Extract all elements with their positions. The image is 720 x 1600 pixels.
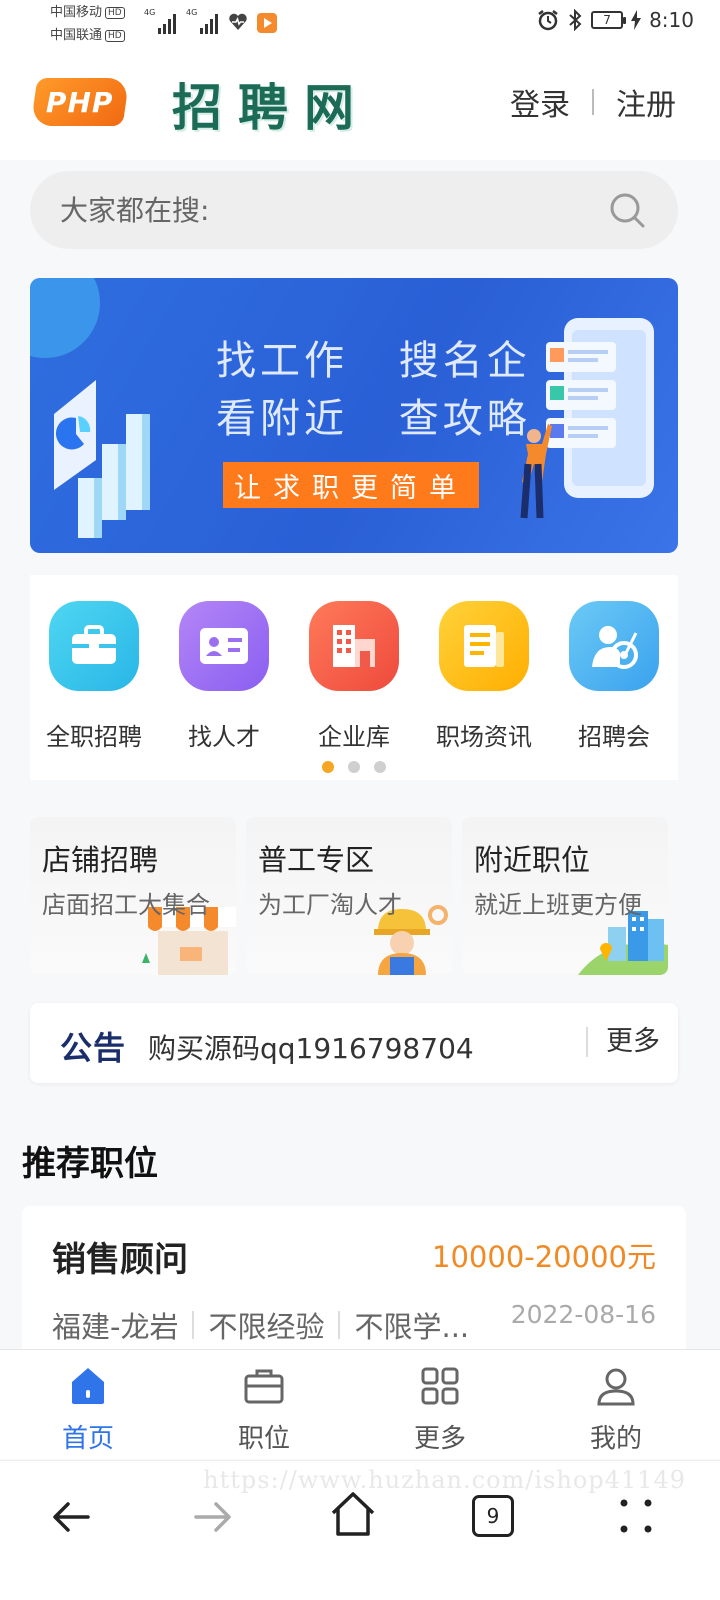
bluetooth-icon [569, 9, 582, 31]
back-arrow-icon[interactable] [48, 1493, 96, 1541]
tab-mine[interactable]: 我的 [556, 1364, 676, 1455]
chart-illustration [54, 380, 150, 538]
app-screen: 中国移动 HD 中国联通 HD 4G 4G 7 8:10 PHP 招聘网 登录 … [0, 0, 720, 1600]
search-bar[interactable] [30, 171, 678, 249]
building-icon [309, 601, 399, 691]
banner-line-1: 找工作 搜名企 [216, 338, 531, 384]
notice-tag: 公告 [60, 1029, 127, 1067]
notice-bar[interactable]: 公告 购买源码qq1916798704 更多 [30, 1003, 678, 1083]
job-salary: 10000-20000元 [432, 1240, 656, 1274]
category-talent[interactable]: 找人才 [162, 601, 286, 752]
job-date: 2022-08-16 [510, 1300, 656, 1329]
carousel-dot[interactable] [374, 761, 386, 773]
forward-arrow-icon[interactable] [188, 1493, 236, 1541]
menu-dots-icon[interactable] [614, 1493, 658, 1541]
category-grid: 全职招聘 找人才 企业库 职场资讯 招聘会 [30, 575, 678, 780]
php-logo[interactable]: PHP [30, 78, 130, 126]
banner-cta[interactable]: 让求职更简单 [223, 462, 479, 508]
carrier-2: 中国联通 HD [50, 28, 125, 44]
search-input[interactable] [60, 193, 648, 227]
category-companies[interactable]: 企业库 [292, 601, 416, 752]
feature-store-jobs[interactable]: 店铺招聘 店面招工大集合 [30, 817, 236, 975]
user-icon [597, 1368, 635, 1406]
carrier-1: 中国移动 HD [50, 5, 125, 21]
category-fulltime[interactable]: 全职招聘 [32, 601, 156, 752]
job-location: 福建-龙岩 [52, 1310, 179, 1344]
divider [192, 1311, 195, 1339]
person-target-icon [569, 601, 659, 691]
divider [592, 89, 594, 115]
feature-worker-zone[interactable]: 普工专区 为工厂淘人才 [246, 817, 452, 975]
id-card-icon [179, 601, 269, 691]
briefcase-icon [49, 601, 139, 691]
job-card[interactable]: 销售顾问 10000-20000元 福建-龙岩 不限经验 不限学... 2022… [22, 1206, 686, 1366]
site-name: 招聘网 [172, 78, 370, 137]
home-icon [72, 1368, 104, 1404]
watermark: https://www.huzhan.com/ishop41149 [203, 1466, 686, 1494]
tab-jobs[interactable]: 职位 [204, 1364, 324, 1455]
tab-home[interactable]: 首页 [28, 1364, 148, 1455]
video-app-icon [257, 13, 277, 33]
promo-banner[interactable]: 找工作 搜名企 看附近 查攻略 让求职更简单 [30, 278, 678, 553]
register-link[interactable]: 注册 [616, 80, 676, 124]
tab-more[interactable]: 更多 [380, 1364, 500, 1455]
carousel-dot[interactable] [322, 761, 334, 773]
clock: 8:10 [649, 8, 694, 32]
bottom-tab-bar: 首页 职位 更多 我的 [0, 1349, 720, 1459]
job-title: 销售顾问 [52, 1240, 188, 1280]
status-bar: 中国移动 HD 中国联通 HD 4G 4G 7 8:10 [0, 0, 720, 52]
notice-message[interactable]: 购买源码qq1916798704 [148, 1027, 474, 1067]
news-icon [439, 601, 529, 691]
feature-cards: 店铺招聘 店面招工大集合 普工专区 为工厂淘人才 附近职位 就近上班更方便 [30, 817, 668, 975]
carousel-dot[interactable] [348, 761, 360, 773]
job-meta: 福建-龙岩 不限经验 不限学... [52, 1304, 469, 1346]
status-right: 7 8:10 [537, 8, 694, 32]
feature-nearby-jobs[interactable]: 附近职位 就近上班更方便 [462, 817, 668, 975]
alarm-icon [538, 10, 558, 31]
home-nav-icon[interactable] [328, 1489, 378, 1539]
notice-more-link[interactable]: 更多 [586, 1027, 660, 1057]
auth-links: 登录 注册 [510, 80, 676, 124]
category-job-fair[interactable]: 招聘会 [552, 601, 676, 752]
job-experience: 不限经验 [208, 1310, 325, 1344]
banner-line-2: 看附近 查攻略 [216, 396, 531, 442]
decor-blob [30, 278, 100, 358]
search-icon[interactable] [608, 191, 648, 231]
category-news[interactable]: 职场资讯 [422, 601, 546, 752]
charging-icon [631, 10, 642, 30]
health-icon [229, 13, 247, 31]
divider [338, 1311, 341, 1339]
grid-icon [421, 1367, 459, 1405]
briefcase-icon [244, 1369, 284, 1404]
job-education: 不限学... [354, 1310, 470, 1344]
signal-icon: 4G [144, 8, 176, 34]
tabs-count-button[interactable]: 9 [472, 1495, 514, 1537]
battery-icon: 7 [591, 11, 627, 29]
phone-illustration [520, 318, 654, 519]
carousel-dots [30, 761, 678, 773]
section-title: 推荐职位 [22, 1144, 158, 1184]
login-link[interactable]: 登录 [510, 80, 570, 124]
signal-icon: 4G [186, 8, 218, 34]
